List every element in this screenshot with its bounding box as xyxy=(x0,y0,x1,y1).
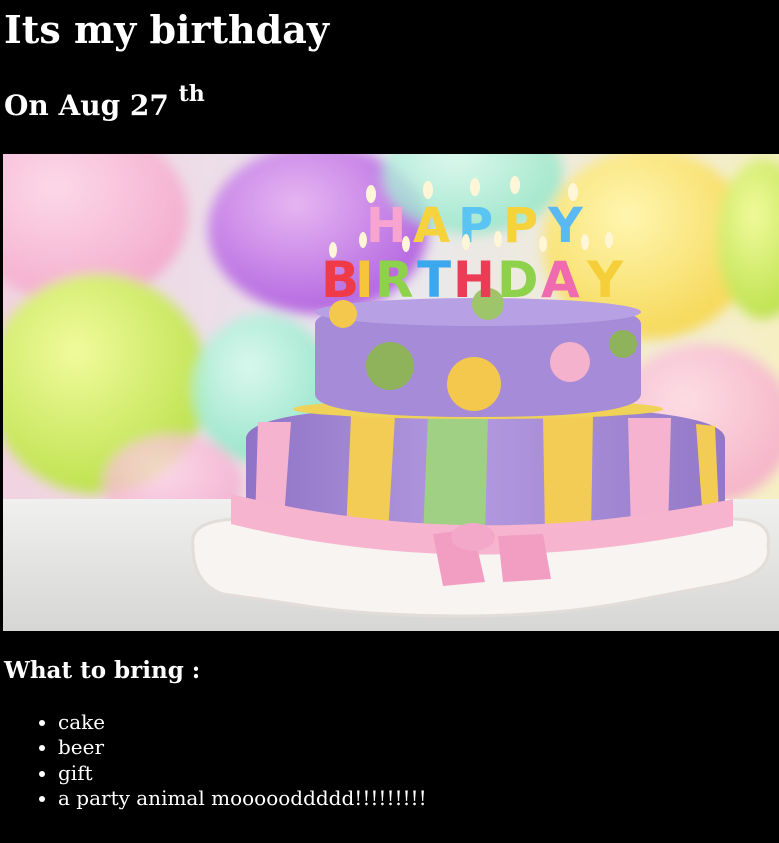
date-ordinal-suffix: th xyxy=(178,81,205,107)
svg-text:I: I xyxy=(355,251,374,309)
svg-text:B: B xyxy=(321,251,359,309)
list-item: a party animal moooooddddd!!!!!!!!! xyxy=(58,786,427,811)
svg-text:R: R xyxy=(375,251,414,309)
page-title: Its my birthday xyxy=(4,7,329,52)
birthday-cake-image: H A P P Y B I R T H D A Y xyxy=(3,154,779,631)
svg-text:T: T xyxy=(417,251,451,309)
event-date: On Aug 27 th xyxy=(4,83,205,126)
list-item: gift xyxy=(58,761,427,786)
svg-text:D: D xyxy=(497,251,539,309)
happy-birthday-candles: H A P P Y B I R T H D A Y xyxy=(321,198,624,309)
what-to-bring-heading: What to bring : xyxy=(4,657,201,684)
list-item: beer xyxy=(58,735,427,760)
svg-text:H: H xyxy=(366,198,406,254)
svg-text:Y: Y xyxy=(586,251,624,309)
event-date-text: On Aug 27 xyxy=(4,89,179,122)
svg-text:Y: Y xyxy=(547,198,584,254)
svg-text:A: A xyxy=(413,198,450,254)
list-item: cake xyxy=(58,710,427,735)
svg-text:A: A xyxy=(541,251,580,309)
svg-text:P: P xyxy=(503,198,538,254)
svg-text:H: H xyxy=(453,251,495,309)
bring-list: cake beer gift a party animal mooooodddd… xyxy=(18,710,427,811)
